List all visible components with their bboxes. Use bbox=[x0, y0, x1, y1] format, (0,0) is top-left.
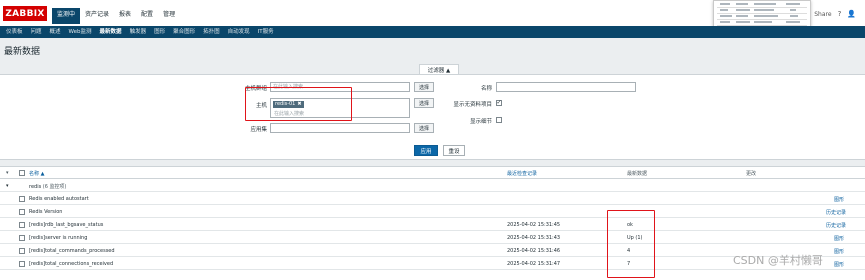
subnav-web[interactable]: Web监测 bbox=[65, 26, 96, 38]
row-action-link[interactable]: 历史记录 bbox=[826, 209, 846, 216]
last-check-time: 2025-04-02 15:31:46 bbox=[507, 248, 561, 254]
application-input[interactable] bbox=[270, 123, 410, 133]
item-name: [redis]server is running bbox=[29, 235, 88, 241]
table-row: Redis Version 历史记录 bbox=[0, 205, 865, 218]
page-title: 最新数据 bbox=[4, 47, 41, 57]
header-last-check[interactable]: 最近检查记录 bbox=[507, 170, 537, 177]
table-row: [redis]rdb_last_bgsave_status 2025-04-02… bbox=[0, 218, 865, 231]
row-checkbox[interactable] bbox=[19, 261, 25, 267]
row-checkbox[interactable] bbox=[19, 248, 25, 254]
reset-button[interactable]: 重设 bbox=[443, 145, 465, 156]
row-action-link[interactable]: 图形 bbox=[834, 248, 844, 255]
subnav-discovery[interactable]: 自动发现 bbox=[224, 26, 254, 38]
nav-inventory[interactable]: 资产记录 bbox=[80, 8, 114, 24]
collapse-icon[interactable]: ▾ bbox=[6, 183, 9, 189]
item-name: [redis]total_commands_processed bbox=[29, 248, 115, 254]
show-no-data-label: 显示无资料项目 bbox=[453, 102, 492, 108]
row-action-link[interactable]: 图形 bbox=[834, 235, 844, 242]
watermark: CSDN @羊村懒哥 bbox=[733, 254, 823, 267]
item-name: Redis Version bbox=[29, 209, 63, 215]
subnav-screens[interactable]: 聚合图形 bbox=[169, 26, 199, 38]
application-label: 应用集 bbox=[250, 127, 267, 133]
header-name[interactable]: 名称 ▲ bbox=[29, 170, 44, 177]
show-no-data-checkbox[interactable] bbox=[496, 99, 502, 106]
nav-configuration[interactable]: 配置 bbox=[136, 8, 158, 24]
row-action-link[interactable]: 历史记录 bbox=[826, 222, 846, 229]
host-group-select-button[interactable]: 选择 bbox=[414, 82, 434, 92]
show-details-label: 显示细节 bbox=[469, 119, 492, 125]
last-check-time: 2025-04-02 15:31:43 bbox=[507, 235, 561, 241]
group-row[interactable]: ▾ redis (6 监控项) bbox=[0, 179, 865, 192]
item-name: Redis enabled autostart bbox=[29, 196, 89, 202]
subnav-maps[interactable]: 拓扑图 bbox=[199, 26, 224, 38]
name-label: 名称 bbox=[480, 86, 492, 92]
main-nav: 监测中 资产记录 报表 配置 管理 bbox=[52, 8, 180, 24]
host-select-button[interactable]: 选择 bbox=[414, 98, 434, 108]
sub-nav: 仪表板 问题 概述 Web监测 最新数据 触发器 图形 聚合图形 拓扑图 自动发… bbox=[0, 26, 865, 38]
annotation-box-values bbox=[607, 210, 655, 278]
user-area: Share ? 👤 bbox=[814, 9, 865, 19]
item-name: [redis]rdb_last_bgsave_status bbox=[29, 222, 104, 228]
show-details-checkbox[interactable] bbox=[496, 117, 502, 123]
annotation-box-host bbox=[245, 87, 352, 121]
group-name: redis (6 监控项) bbox=[29, 184, 67, 190]
table-row: Redis enabled autostart 图形 bbox=[0, 192, 865, 205]
nav-monitoring[interactable]: 监测中 bbox=[52, 8, 81, 24]
user-icon[interactable]: 👤 bbox=[847, 10, 856, 18]
subnav-dashboard[interactable]: 仪表板 bbox=[2, 26, 27, 38]
row-action-link[interactable]: 图形 bbox=[834, 261, 844, 268]
expand-all-icon[interactable]: ▾ bbox=[6, 170, 9, 176]
name-input[interactable] bbox=[496, 82, 636, 92]
header-change: 更改 bbox=[746, 171, 757, 177]
subnav-problems[interactable]: 问题 bbox=[27, 26, 46, 38]
share-link[interactable]: Share bbox=[814, 11, 831, 18]
header-last-value: 最新数据 bbox=[627, 171, 648, 177]
item-name: [redis]total_connections_received bbox=[29, 261, 114, 267]
last-check-time: 2025-04-02 15:31:47 bbox=[507, 261, 561, 267]
table-row: [redis]server is running 2025-04-02 15:3… bbox=[0, 231, 865, 244]
zabbix-logo[interactable]: ZABBIX bbox=[3, 6, 47, 21]
row-checkbox[interactable] bbox=[19, 222, 25, 228]
nav-administration[interactable]: 管理 bbox=[158, 8, 180, 24]
subnav-latest-data[interactable]: 最新数据 bbox=[96, 26, 126, 38]
subnav-graphs[interactable]: 图形 bbox=[150, 26, 169, 38]
help-icon[interactable]: ? bbox=[838, 10, 842, 18]
row-action-link[interactable]: 图形 bbox=[834, 196, 844, 203]
nav-reports[interactable]: 报表 bbox=[114, 8, 136, 24]
apply-button[interactable]: 应用 bbox=[414, 145, 438, 156]
subnav-overview[interactable]: 概述 bbox=[46, 26, 65, 38]
row-checkbox[interactable] bbox=[19, 235, 25, 241]
application-select-button[interactable]: 选择 bbox=[414, 123, 434, 133]
select-all-checkbox[interactable] bbox=[19, 170, 25, 176]
subnav-it-services[interactable]: IT服务 bbox=[254, 26, 278, 38]
row-checkbox[interactable] bbox=[19, 209, 25, 215]
last-check-time: 2025-04-02 15:31:45 bbox=[507, 222, 561, 228]
filter-panel: 主机群组 在此输入搜索 选择 主机 redis-01 ✖ 在此输入搜索 选择 应用… bbox=[0, 74, 865, 160]
subnav-triggers[interactable]: 触发器 bbox=[126, 26, 151, 38]
table-header: ▾ 名称 ▲ 最近检查记录 最新数据 更改 bbox=[0, 167, 865, 179]
row-checkbox[interactable] bbox=[19, 196, 25, 202]
